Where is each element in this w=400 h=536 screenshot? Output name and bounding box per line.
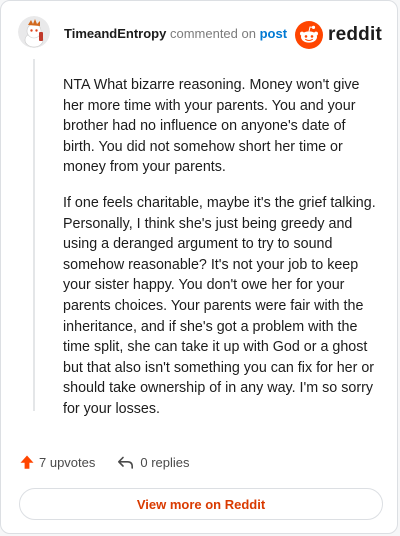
view-more-button[interactable]: View more on Reddit	[19, 488, 383, 520]
reply-button[interactable]: 0 replies	[117, 454, 190, 470]
reply-arrow-icon	[118, 456, 134, 469]
comment-paragraph: NTA What bizarre reasoning. Money won't …	[63, 77, 360, 176]
upvote-arrow-icon	[20, 455, 34, 469]
reply-count: 0 replies	[140, 454, 190, 470]
comment-header: TimeandEntropy commented on post	[64, 26, 287, 42]
comment-actions: 7 upvotes 0 replies	[19, 454, 190, 470]
post-link[interactable]: post	[260, 26, 287, 41]
avatar[interactable]	[18, 16, 50, 48]
reddit-brand[interactable]: reddit	[295, 21, 382, 49]
commented-on-text: commented on	[169, 26, 256, 41]
upvote-button[interactable]: 7 upvotes	[19, 454, 95, 470]
upvote-count: 7 upvotes	[39, 454, 96, 470]
author-name[interactable]: TimeandEntropy	[64, 26, 166, 41]
comment-body: NTA What bizarre reasoning. Money won't …	[63, 75, 381, 435]
comment-card: TimeandEntropy commented on post reddit …	[0, 0, 398, 534]
comment-paragraph: If one feels charitable, maybe it's the …	[63, 194, 376, 417]
reddit-logo-icon	[295, 21, 324, 49]
reddit-wordmark: reddit	[328, 24, 382, 45]
thread-line[interactable]	[33, 59, 35, 411]
